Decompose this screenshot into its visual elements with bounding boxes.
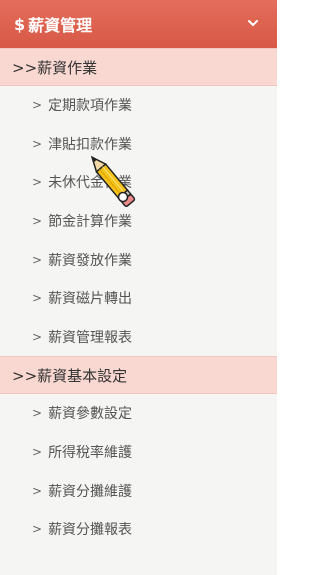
caret-icon: >	[32, 291, 43, 306]
menu-item-payroll-disk-export[interactable]: > 薪資磁片轉出	[0, 279, 277, 318]
caret-icon: >	[32, 483, 43, 498]
dollar-icon: $	[14, 14, 26, 34]
caret-icon: >	[32, 522, 43, 537]
caret-icon: >	[32, 406, 43, 421]
section-title: >>薪資基本設定	[12, 366, 128, 385]
menu-header-title: 薪資管理	[28, 16, 93, 35]
menu-item-periodic-payments[interactable]: > 定期款項作業	[0, 86, 277, 125]
section-payroll-operations[interactable]: >>薪資作業	[0, 48, 277, 86]
menu-header-payroll[interactable]: $ 薪資管理	[0, 0, 277, 48]
menu-item-label: 薪資磁片轉出	[48, 291, 133, 308]
menu-item-bonus-calculation[interactable]: > 節金計算作業	[0, 202, 277, 241]
menu-item-label: 薪資分攤報表	[48, 522, 133, 539]
menu-item-payroll-reports[interactable]: > 薪資管理報表	[0, 318, 277, 357]
menu-item-unused-leave-pay[interactable]: > 未休代金作業	[0, 163, 277, 202]
menu-item-payroll-parameters[interactable]: > 薪資參數設定	[0, 394, 277, 433]
menu-item-income-tax-rates[interactable]: > 所得稅率維護	[0, 433, 277, 472]
caret-icon: >	[32, 98, 43, 113]
menu-item-label: 所得稅率維護	[48, 445, 133, 462]
sidebar-menu: $ 薪資管理 >>薪資作業 > 定期款項作業 > 津貼扣款作業 > 未休代金作業…	[0, 0, 277, 575]
section-payroll-settings[interactable]: >>薪資基本設定	[0, 356, 277, 395]
menu-item-allocation-report[interactable]: > 薪資分攤報表	[0, 510, 277, 549]
menu-item-allowance-deduction[interactable]: > 津貼扣款作業	[0, 125, 277, 164]
menu-item-label: 定期款項作業	[48, 98, 133, 115]
menu-item-payroll-allocation[interactable]: > 薪資分攤維護	[0, 471, 277, 510]
menu-item-label: 節金計算作業	[48, 214, 133, 231]
caret-icon: >	[32, 214, 43, 229]
menu-item-label: 津貼扣款作業	[48, 136, 133, 153]
menu-item-label: 薪資發放作業	[48, 252, 133, 269]
section-title: >>薪資作業	[12, 58, 98, 77]
caret-icon: >	[32, 445, 43, 460]
caret-icon: >	[32, 252, 43, 267]
menu-item-label: 薪資參數設定	[48, 406, 133, 423]
caret-icon: >	[32, 136, 43, 151]
caret-icon: >	[32, 329, 43, 344]
menu-item-label: 薪資管理報表	[48, 329, 133, 346]
menu-item-label: 未休代金作業	[48, 175, 133, 192]
menu-item-payroll-distribution[interactable]: > 薪資發放作業	[0, 240, 277, 279]
menu-item-label: 薪資分攤維護	[48, 483, 133, 500]
chevron-down-icon[interactable]	[245, 15, 261, 31]
caret-icon: >	[32, 175, 43, 190]
